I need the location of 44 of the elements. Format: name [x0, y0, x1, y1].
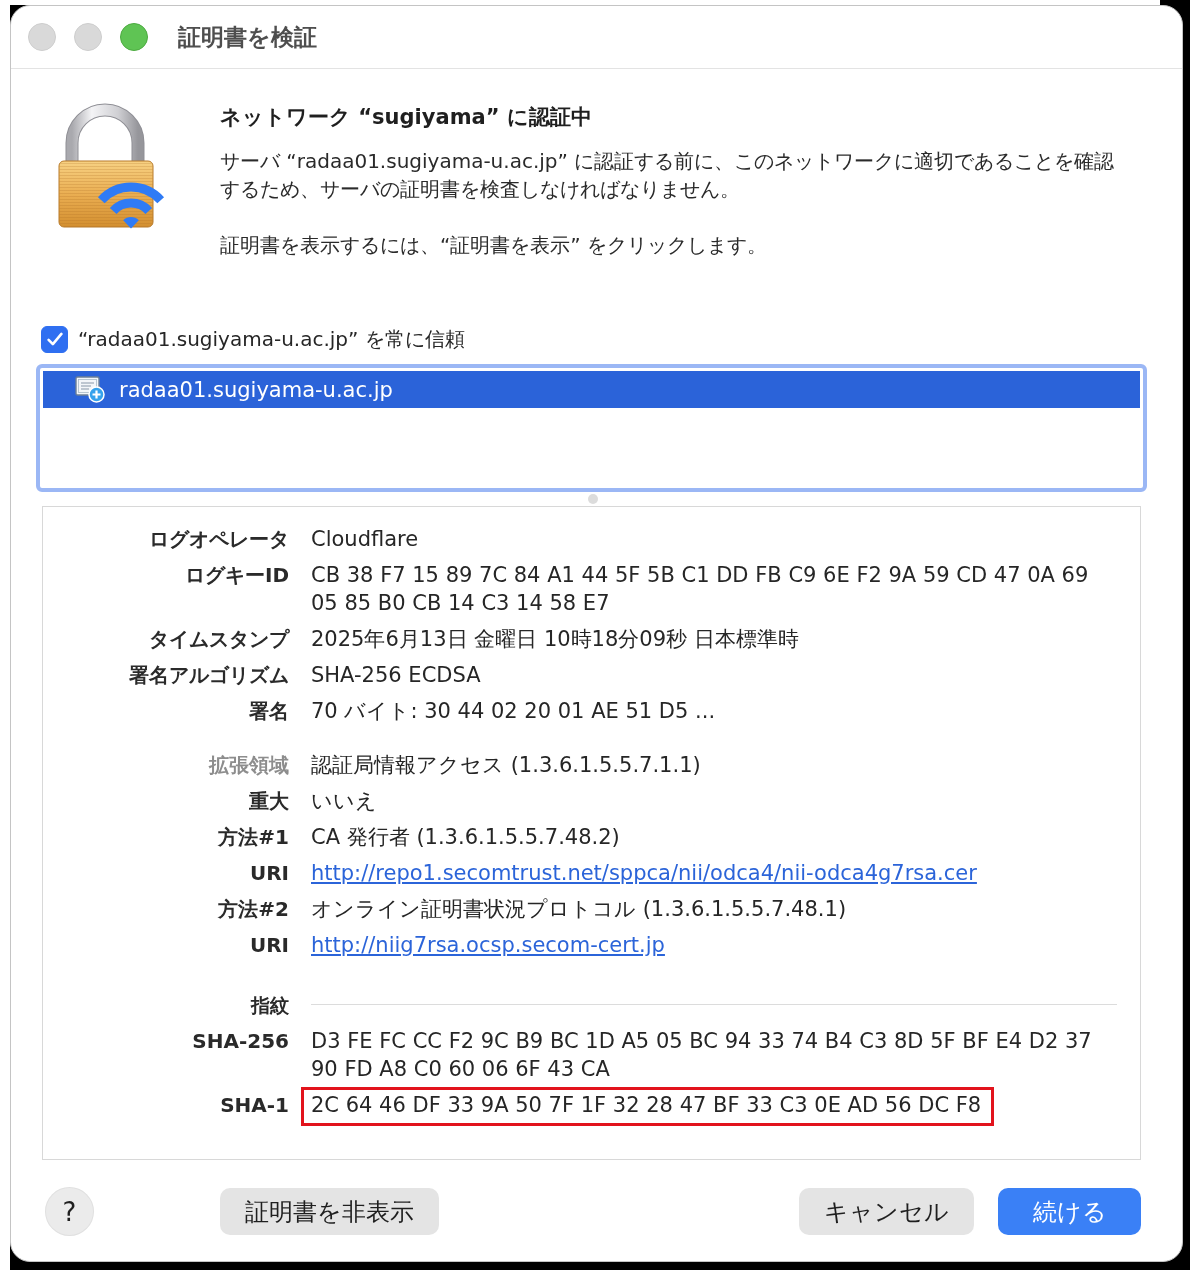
splitter-handle[interactable] [587, 494, 598, 504]
field-label: 署名 [249, 698, 289, 725]
certificate-list-item[interactable]: radaa01.sugiyama-u.ac.jp [43, 371, 1140, 408]
checkbox-label[interactable]: “radaa01.sugiyama-u.ac.jp” を常に信頼 [78, 325, 465, 353]
field-value: CB 38 F7 15 89 7C 84 A1 44 5F 5B C1 DD FB C9 6E F2 9A 59 CD 47 0A 69 05 85 B0 CB 14 C3 14 58 E7 [311, 563, 1089, 615]
field-label: URI [249, 860, 289, 887]
cancel-button[interactable]: キャンセル [799, 1188, 974, 1235]
minimize-button[interactable] [74, 23, 102, 51]
uri-link[interactable]: http://niig7rsa.ocsp.secom-cert.jp [311, 933, 665, 957]
checkbox[interactable] [41, 325, 68, 353]
close-button[interactable] [28, 23, 56, 51]
field-value: D3 FE FC CC F2 9C B9 BC 1D A5 05 BC 94 33 74 B4 C3 8D 5F BF E4 D2 37 90 FD A8 C0 60 06 6F 43 CA [311, 1029, 1092, 1081]
group-heading: 指紋 [251, 993, 289, 1018]
field-value: Cloudflare [311, 527, 419, 551]
uri-link[interactable]: http://repo1.secomtrust.net/sppca/nii/odca4/nii-odca4g7rsa.cer [311, 861, 977, 885]
certificate-icon [75, 376, 105, 403]
field-value: 2C 64 46 DF 33 9A 50 7F 1F 32 28 47 BF 33 C3 0E AD 56 DC F8 [311, 1093, 982, 1117]
help-button[interactable]: ? [46, 1188, 93, 1235]
field-label: 重大 [249, 788, 289, 815]
field-label: タイムスタンプ [149, 626, 289, 653]
field-value: SHA-256 ECDSA [311, 663, 481, 687]
field-value: オンライン証明書状況プロトコル (1.3.6.1.5.5.7.48.1) [311, 897, 847, 921]
hide-certificate-button[interactable]: 証明書を非表示 [220, 1188, 439, 1235]
zoom-button[interactable] [120, 23, 148, 51]
field-label: SHA-256 [192, 1028, 289, 1055]
field-value: CA 発行者 (1.3.6.1.5.5.7.48.2) [311, 825, 620, 849]
field-value: いいえ [311, 789, 377, 813]
field-value: 2025年6月13日 金曜日 10時18分09秒 日本標準時 [311, 627, 799, 651]
checkmark-icon [46, 332, 63, 346]
field-label: SHA-1 [220, 1092, 289, 1119]
window-title: 証明書を検証 [178, 22, 317, 52]
section-label: 拡張領域 [209, 752, 289, 779]
dialog-message: サーバ “radaa01.sugiyama-u.ac.jp” に認証する前に、このネットワークに適切であることを確認するため、サーバの証明書を検査しなければなりません。 [220, 148, 1116, 203]
dialog-message: 証明書を表示するには、“証明書を表示” をクリックします。 [220, 232, 769, 259]
field-label: ログオペレータ [149, 526, 289, 553]
field-label: 署名アルゴリズム [129, 662, 289, 689]
field-value: 認証局情報アクセス (1.3.6.1.5.5.7.1.1) [311, 753, 701, 777]
field-value: 70 バイト: 30 44 02 20 01 AE 51 D5 ... [311, 699, 716, 723]
field-label: 方法#1 [218, 824, 289, 851]
continue-button[interactable]: 続ける [998, 1188, 1141, 1235]
dialog-heading: ネットワーク “sugiyama” に認証中 [220, 104, 593, 131]
field-label: URI [249, 932, 289, 959]
field-label: ログキーID [184, 562, 289, 589]
field-label: 方法#2 [218, 896, 289, 923]
